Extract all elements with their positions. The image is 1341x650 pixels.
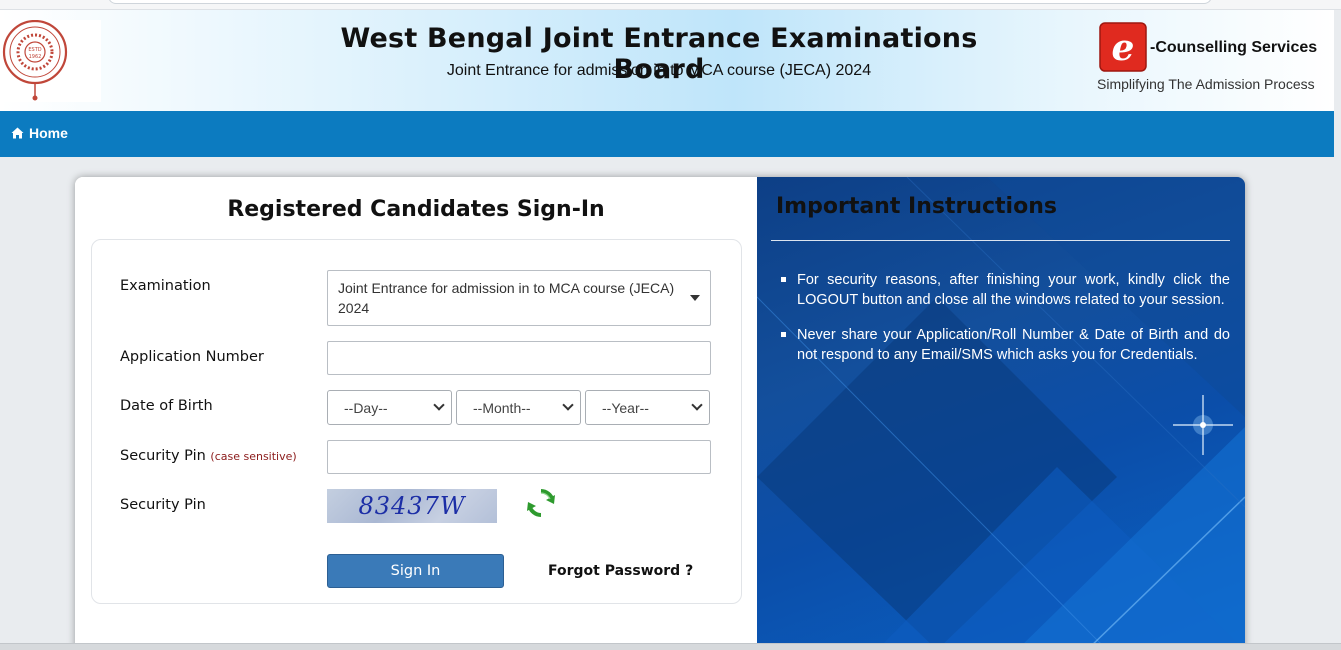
dob-day-placeholder: --Day-- (344, 399, 388, 416)
security-pin-display-label: Security Pin (120, 497, 206, 513)
instructions-divider (771, 240, 1230, 241)
decorative-background (757, 177, 1245, 650)
examination-select[interactable]: Joint Entrance for admission in to MCA c… (327, 270, 711, 326)
dob-year-select[interactable]: --Year-- (585, 390, 710, 425)
instruction-item: Never share your Application/Roll Number… (779, 325, 1230, 365)
application-number-label: Application Number (120, 349, 264, 365)
refresh-captcha-icon[interactable] (525, 487, 557, 519)
browser-top-strip (0, 0, 1341, 10)
dob-month-placeholder: --Month-- (473, 399, 531, 416)
caret-down-icon (690, 295, 700, 301)
chevron-down-icon (562, 399, 574, 411)
signin-panel: Registered Candidates Sign-In Examinatio… (75, 177, 757, 650)
application-number-input[interactable] (327, 341, 711, 375)
instructions-title: Important Instructions (776, 194, 1057, 219)
security-pin-input[interactable] (327, 440, 711, 474)
wbjeeb-logo: ESTD 1962 (0, 20, 101, 102)
svg-text:1962: 1962 (29, 54, 42, 60)
dob-month-select[interactable]: --Month-- (456, 390, 581, 425)
forgot-password-link[interactable]: Forgot Password ? (548, 563, 693, 579)
chevron-down-icon (691, 399, 703, 411)
site-header: ESTD 1962 West Bengal Joint Entrance Exa… (0, 10, 1334, 111)
instructions-panel: Important Instructions For security reas… (757, 177, 1245, 650)
bottom-scroll-edge (0, 643, 1341, 650)
signin-card: Registered Candidates Sign-In Examinatio… (75, 177, 1245, 650)
dob-label: Date of Birth (120, 398, 213, 414)
security-pin-input-label: Security Pin (case sensitive) (120, 448, 297, 464)
e-counselling-logo-icon: e (1099, 22, 1147, 72)
instruction-item: For security reasons, after finishing yo… (779, 270, 1230, 310)
security-pin-label-text: Security Pin (120, 448, 206, 464)
main-navbar: Home (0, 111, 1334, 157)
case-sensitive-note: (case sensitive) (210, 450, 297, 463)
captcha-image: 83437W (327, 489, 497, 523)
signin-title: Registered Candidates Sign-In (227, 197, 605, 222)
nav-home-link[interactable]: Home (11, 125, 68, 141)
instructions-list: For security reasons, after finishing yo… (779, 270, 1230, 380)
captcha-text: 83437W (358, 492, 466, 520)
chevron-down-icon (433, 399, 445, 411)
examination-label: Examination (120, 278, 211, 294)
e-counselling-tagline: Simplifying The Admission Process (1097, 76, 1315, 92)
examination-selected-value: Joint Entrance for admission in to MCA c… (338, 280, 675, 316)
e-counselling-brand: -Counselling Services (1150, 39, 1318, 56)
course-subtitle: Joint Entrance for admission in to MCA c… (446, 62, 872, 79)
address-bar-edge (108, 0, 1212, 4)
ec-logo-letter: e (1112, 27, 1135, 69)
dob-day-select[interactable]: --Day-- (327, 390, 452, 425)
signin-button[interactable]: Sign In (327, 554, 504, 588)
dob-year-placeholder: --Year-- (602, 399, 649, 416)
nav-home-label: Home (29, 125, 68, 141)
svg-text:ESTD: ESTD (28, 47, 41, 53)
home-icon (11, 127, 24, 139)
